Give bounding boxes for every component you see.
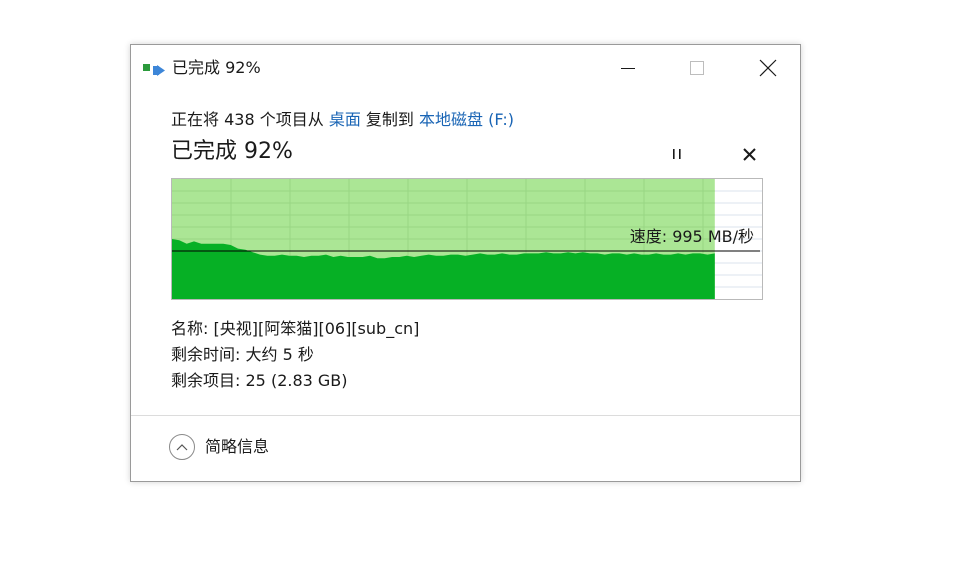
window-title: 已完成 92% <box>172 58 261 77</box>
name-label: 名称: <box>171 319 209 338</box>
pause-button[interactable] <box>665 143 689 165</box>
copy-description: 正在将 438 个项目从 桌面 复制到 本地磁盘 (F:) <box>171 108 514 132</box>
pause-icon <box>673 149 681 159</box>
time-remaining-label: 剩余时间: <box>171 345 241 364</box>
time-remaining-row: 剩余时间: 大约 5 秒 <box>171 342 419 368</box>
copy-prefix: 正在将 438 个项目从 <box>171 110 324 129</box>
speed-label: 速度: 995 MB/秒 <box>629 227 754 246</box>
details-panel: 名称: [央视][阿笨猫][06][sub_cn] 剩余时间: 大约 5 秒 剩… <box>171 316 419 394</box>
cancel-button[interactable] <box>737 143 761 165</box>
maximize-icon <box>690 61 704 75</box>
name-value: [央视][阿笨猫][06][sub_cn] <box>213 319 420 338</box>
progress-heading: 已完成 92% <box>171 139 293 164</box>
title-bar[interactable]: 已完成 92% <box>131 45 800 91</box>
minimize-icon <box>621 68 635 69</box>
items-remaining-row: 剩余项目: 25 (2.83 GB) <box>171 368 419 394</box>
cancel-icon <box>742 147 756 161</box>
close-button[interactable] <box>745 45 791 91</box>
fewer-details-toggle[interactable]: 简略信息 <box>169 434 269 460</box>
chevron-up-icon <box>176 444 188 451</box>
copy-progress-dialog: 已完成 92% 正在将 438 个项目从 桌面 复制到 本地磁盘 (F:) 已完… <box>130 44 801 482</box>
fewer-details-label: 简略信息 <box>205 437 270 456</box>
maximize-button[interactable] <box>674 45 720 91</box>
name-row: 名称: [央视][阿笨猫][06][sub_cn] <box>171 316 419 342</box>
source-link[interactable]: 桌面 <box>329 110 361 129</box>
transfer-speed-chart: 速度: 995 MB/秒 <box>171 178 763 300</box>
items-remaining-label: 剩余项目: <box>171 371 241 390</box>
destination-link[interactable]: 本地磁盘 (F:) <box>419 110 514 129</box>
time-remaining-value: 大约 5 秒 <box>245 345 314 364</box>
copy-middle: 复制到 <box>365 110 414 129</box>
close-icon <box>759 59 777 77</box>
chevron-up-circle <box>169 434 195 460</box>
items-remaining-value: 25 (2.83 GB) <box>245 371 348 390</box>
file-copy-icon <box>143 64 165 76</box>
footer-divider <box>131 415 800 416</box>
minimize-button[interactable] <box>605 45 651 91</box>
